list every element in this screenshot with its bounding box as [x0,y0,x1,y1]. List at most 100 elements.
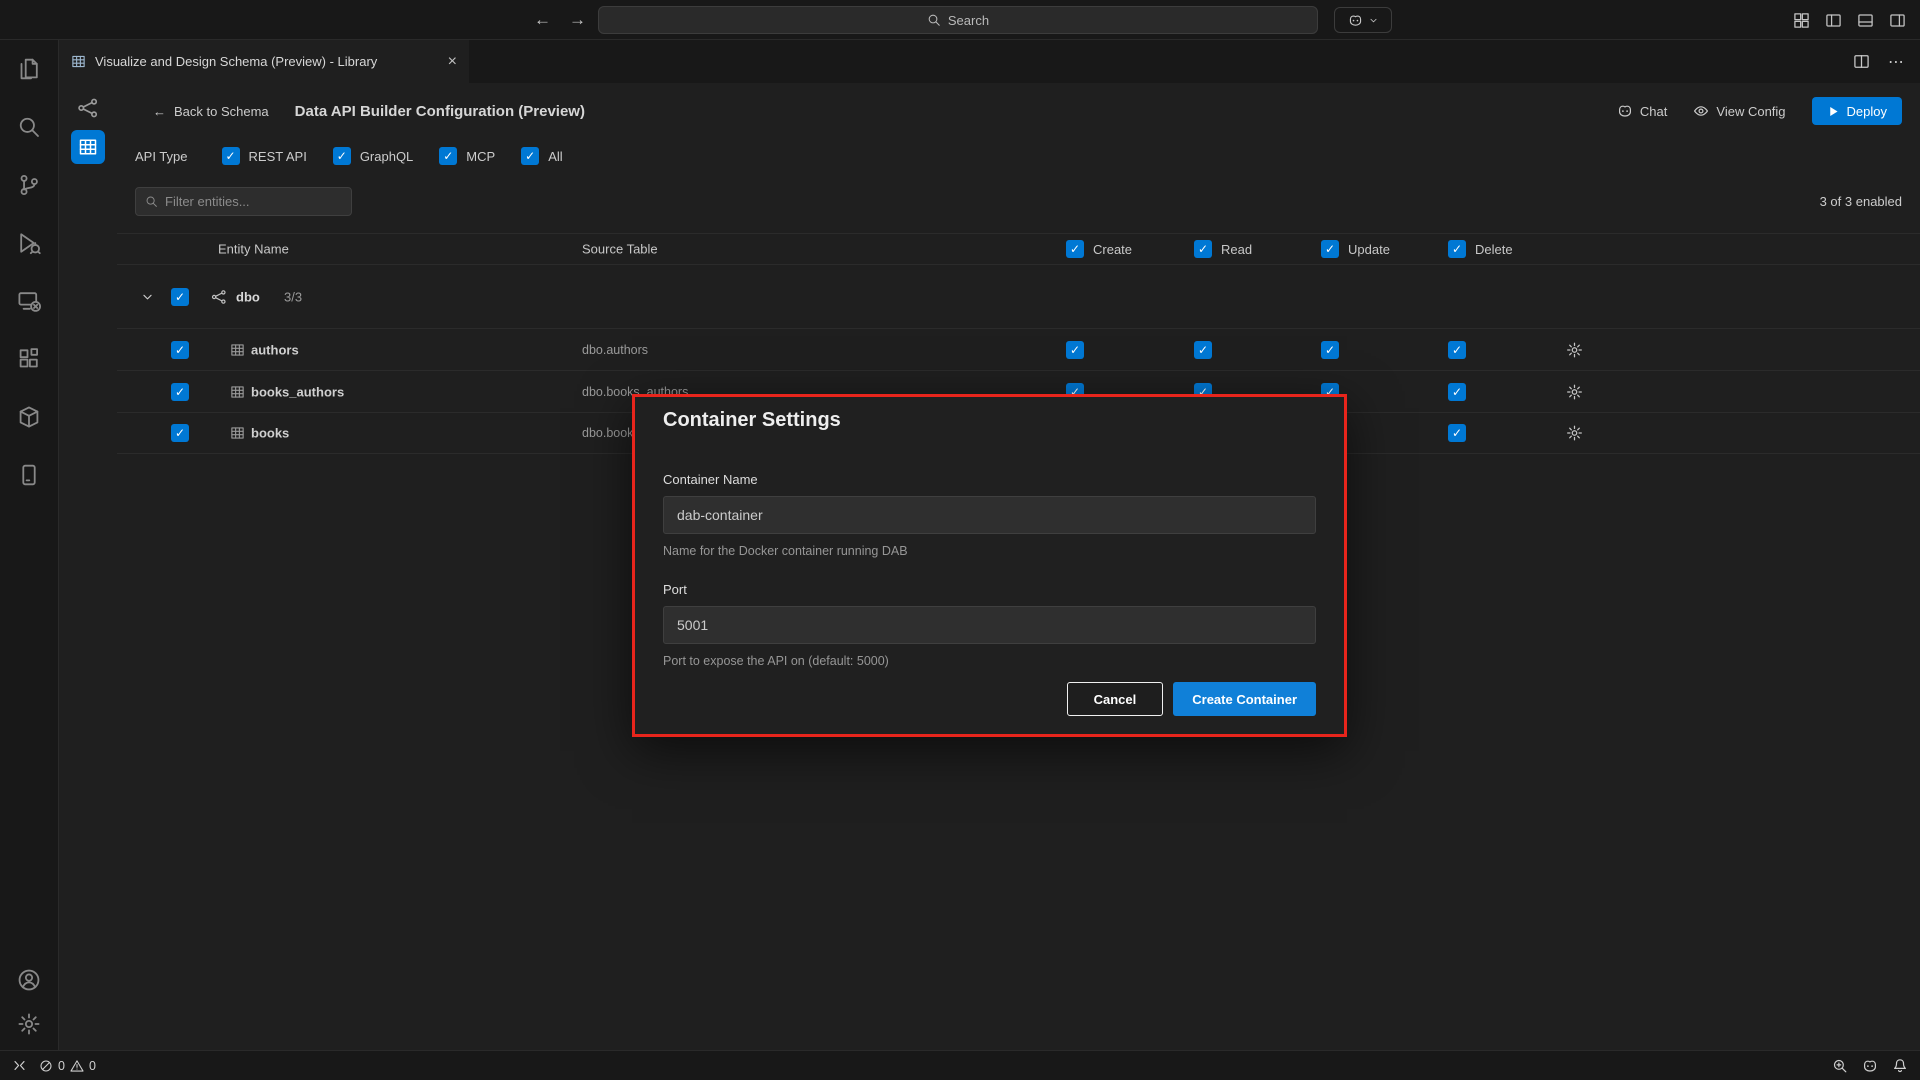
read-all-checkbox[interactable]: ✓ [1194,240,1212,258]
mcp-checkbox[interactable]: ✓ [439,147,457,165]
activitybar-item-source-control[interactable] [0,156,59,214]
delete-checkbox[interactable]: ✓ [1448,341,1466,359]
schema-icon [211,289,227,305]
play-icon [1827,105,1840,118]
activitybar-item-extensions[interactable] [0,330,59,388]
activitybar-item-settings[interactable] [0,1002,59,1046]
row-settings-button[interactable] [1566,425,1583,442]
deploy-button[interactable]: Deploy [1812,97,1902,125]
gear-icon [1566,425,1583,442]
editor-tab[interactable]: Visualize and Design Schema (Preview) - … [59,40,469,83]
group-collapse-chevron-icon[interactable] [140,289,155,304]
copilot-status-icon[interactable] [1862,1058,1878,1074]
chat-label: Chat [1640,104,1667,119]
activitybar-item-run-debug[interactable] [0,214,59,272]
dab-config-view-button[interactable] [71,130,105,164]
nav-back-icon[interactable]: ← [534,10,551,30]
gear-icon [1566,383,1583,400]
delete-checkbox[interactable]: ✓ [1448,383,1466,401]
create-container-button[interactable]: Create Container [1173,682,1316,716]
table-icon [230,426,245,441]
container-name-help: Name for the Docker container running DA… [663,544,1316,558]
toggle-secondary-sidebar-icon[interactable] [1889,12,1906,29]
create-checkbox[interactable]: ✓ [1066,341,1084,359]
entity-table-header: Entity Name Source Table ✓ Create ✓ Read… [117,233,1920,265]
api-type-graphql[interactable]: ✓ GraphQL [333,147,413,165]
activitybar-item-sql-server[interactable] [0,446,59,504]
all-checkbox[interactable]: ✓ [521,147,539,165]
editor-tab-bar: Visualize and Design Schema (Preview) - … [59,40,1920,83]
nav-forward-icon[interactable]: → [569,10,586,30]
tab-close-icon[interactable]: × [448,53,457,71]
webview-side-strip [59,83,117,1050]
update-checkbox[interactable]: ✓ [1321,341,1339,359]
package-cube-icon [17,405,41,429]
activitybar-item-database-projects[interactable] [0,388,59,446]
remote-monitor-x-icon [17,289,41,313]
warnings-icon [70,1059,84,1073]
create-all-checkbox[interactable]: ✓ [1066,240,1084,258]
group-checkbox[interactable]: ✓ [171,288,189,306]
title-bar: ← → Search [0,0,1920,40]
table-row[interactable]: ✓ authors dbo.authors ✓ ✓ ✓ ✓ [117,328,1920,370]
activitybar-item-accounts[interactable] [0,958,59,1002]
copilot-menu-button[interactable] [1334,7,1392,33]
delete-checkbox[interactable]: ✓ [1448,424,1466,442]
row-checkbox[interactable]: ✓ [171,424,189,442]
search-icon [145,195,158,208]
delete-all-checkbox[interactable]: ✓ [1448,240,1466,258]
read-checkbox[interactable]: ✓ [1194,341,1212,359]
update-all-checkbox[interactable]: ✓ [1321,240,1339,258]
warning-count: 0 [89,1059,96,1073]
container-name-field[interactable] [663,496,1316,534]
customize-layout-icon[interactable] [1793,12,1810,29]
view-config-button[interactable]: View Config [1693,103,1785,119]
row-settings-button[interactable] [1566,383,1583,400]
schema-view-button[interactable] [71,91,105,125]
zoom-icon[interactable] [1832,1058,1848,1074]
page-title: Data API Builder Configuration (Preview) [295,103,585,120]
graphql-checkbox[interactable]: ✓ [333,147,351,165]
table-icon [230,342,245,357]
error-count: 0 [58,1059,65,1073]
rest-api-checkbox[interactable]: ✓ [222,147,240,165]
mcp-label: MCP [466,149,495,164]
remote-indicator-icon[interactable] [12,1058,27,1073]
notifications-bell-icon[interactable] [1892,1058,1908,1074]
api-type-all[interactable]: ✓ All [521,147,562,165]
delete-header: Delete [1475,242,1513,257]
back-to-schema-link[interactable]: ← Back to Schema [153,104,269,119]
editor-more-actions-icon[interactable]: ⋯ [1888,52,1904,72]
problems-indicator[interactable]: 0 0 [39,1059,96,1073]
row-checkbox[interactable]: ✓ [171,341,189,359]
cancel-button[interactable]: Cancel [1067,682,1164,716]
api-type-mcp[interactable]: ✓ MCP [439,147,495,165]
schema-group-row[interactable]: ✓ dbo 3/3 [117,265,1920,328]
toggle-primary-sidebar-icon[interactable] [1825,12,1842,29]
schema-designer-icon [71,54,86,69]
activitybar-item-explorer[interactable] [0,40,59,98]
chat-button[interactable]: Chat [1617,103,1667,119]
chevron-down-icon [1368,15,1379,26]
enabled-summary: 3 of 3 enabled [1820,187,1902,216]
copilot-chat-icon [1617,103,1633,119]
filter-entities-input[interactable] [165,194,342,209]
search-icon [17,115,41,139]
eye-icon [1693,103,1709,119]
command-center-search[interactable]: Search [598,6,1318,34]
view-config-label: View Config [1716,104,1785,119]
api-type-rest[interactable]: ✓ REST API [222,147,307,165]
split-editor-icon[interactable] [1853,53,1870,70]
graphql-label: GraphQL [360,149,413,164]
table-config-icon [78,137,98,157]
toggle-panel-icon[interactable] [1857,12,1874,29]
group-count: 3/3 [284,289,302,304]
errors-icon [39,1059,53,1073]
source-table-header: Source Table [582,242,658,257]
row-checkbox[interactable]: ✓ [171,383,189,401]
port-field[interactable] [663,606,1316,644]
activitybar-item-remote-explorer[interactable] [0,272,59,330]
row-settings-button[interactable] [1566,341,1583,358]
search-label: Search [948,13,989,28]
activitybar-item-search[interactable] [0,98,59,156]
